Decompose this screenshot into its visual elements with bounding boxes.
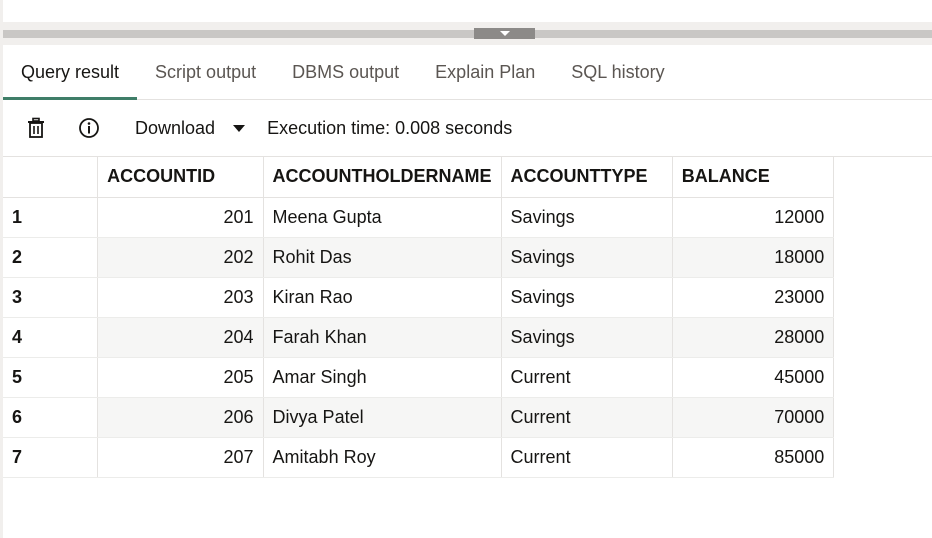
column-header-accounttype[interactable]: ACCOUNTTYPE	[501, 157, 673, 198]
row-number[interactable]: 5	[3, 357, 99, 398]
output-tabs: Query result Script output DBMS output E…	[3, 45, 932, 100]
row-number[interactable]: 7	[3, 437, 99, 478]
cell-accountholdername[interactable]: Meena Gupta	[263, 197, 502, 238]
tab-explain-plan[interactable]: Explain Plan	[417, 45, 553, 99]
collapse-arrow-icon	[499, 31, 510, 36]
cell-accountid[interactable]: 204	[97, 317, 264, 358]
cell-accountid[interactable]: 206	[97, 397, 264, 438]
row-number[interactable]: 2	[3, 237, 99, 278]
cell-accounttype[interactable]: Savings	[501, 277, 673, 318]
cell-accountholdername[interactable]: Kiran Rao	[263, 277, 502, 318]
tab-query-result[interactable]: Query result	[3, 45, 138, 100]
clear-output-button[interactable]	[22, 114, 50, 142]
cell-accountholdername[interactable]: Rohit Das	[263, 237, 502, 278]
cell-accountid[interactable]: 202	[97, 237, 264, 278]
cell-accountid[interactable]: 201	[97, 197, 264, 238]
table-row: 5 205 Amar Singh Current 45000	[3, 357, 932, 398]
grid-empty-area	[833, 277, 932, 317]
download-label: Download	[135, 117, 216, 138]
splitter-handle[interactable]	[474, 28, 535, 39]
download-button[interactable]: Download	[135, 117, 246, 139]
grid-header-row: ACCOUNTID ACCOUNTHOLDERNAME ACCOUNTTYPE …	[3, 157, 932, 198]
column-header-accountid[interactable]: ACCOUNTID	[97, 157, 264, 198]
cell-accounttype[interactable]: Savings	[501, 237, 673, 278]
cell-accountid[interactable]: 205	[97, 357, 264, 398]
chevron-down-icon	[233, 124, 246, 132]
cell-accountholdername[interactable]: Amitabh Roy	[263, 437, 502, 478]
panel-splitter[interactable]	[3, 22, 932, 45]
cell-accountholdername[interactable]: Amar Singh	[263, 357, 502, 398]
cell-accountholdername[interactable]: Farah Khan	[263, 317, 502, 358]
row-number[interactable]: 6	[3, 397, 99, 438]
grid-empty-area	[833, 197, 932, 237]
cell-balance[interactable]: 45000	[672, 357, 835, 398]
tab-dbms-output[interactable]: DBMS output	[274, 45, 417, 99]
grid-empty-area	[833, 437, 932, 477]
table-row: 7 207 Amitabh Roy Current 85000	[3, 437, 932, 478]
cell-accounttype[interactable]: Savings	[501, 317, 673, 358]
info-icon	[79, 118, 99, 138]
row-number[interactable]: 1	[3, 197, 99, 238]
grid-empty-area	[833, 237, 932, 277]
row-number-header	[3, 157, 99, 198]
info-button[interactable]	[75, 114, 103, 142]
cell-accountid[interactable]: 207	[97, 437, 264, 478]
cell-balance[interactable]: 18000	[672, 237, 835, 278]
grid-empty-area	[833, 397, 932, 437]
column-header-accountholdername[interactable]: ACCOUNTHOLDERNAME	[263, 157, 502, 198]
grid-empty-area	[833, 357, 932, 397]
cell-balance[interactable]: 12000	[672, 197, 835, 238]
table-row: 1 201 Meena Gupta Savings 12000	[3, 197, 932, 238]
table-row: 3 203 Kiran Rao Savings 23000	[3, 277, 932, 318]
execution-time: Execution time: 0.008 seconds	[267, 117, 513, 138]
cell-balance[interactable]: 70000	[672, 397, 835, 438]
row-number[interactable]: 3	[3, 277, 99, 318]
result-toolbar: Download Execution time: 0.008 seconds	[3, 100, 932, 156]
row-number[interactable]: 4	[3, 317, 99, 358]
table-row: 6 206 Divya Patel Current 70000	[3, 397, 932, 438]
cell-balance[interactable]: 85000	[672, 437, 835, 478]
table-row: 4 204 Farah Khan Savings 28000	[3, 317, 932, 358]
grid-empty-area	[833, 157, 932, 197]
cell-accounttype[interactable]: Savings	[501, 197, 673, 238]
table-row: 2 202 Rohit Das Savings 18000	[3, 237, 932, 278]
trash-icon	[28, 117, 44, 138]
cell-accounttype[interactable]: Current	[501, 357, 673, 398]
cell-accounttype[interactable]: Current	[501, 437, 673, 478]
grid-empty-area	[833, 317, 932, 357]
cell-balance[interactable]: 23000	[672, 277, 835, 318]
column-header-balance[interactable]: BALANCE	[672, 157, 835, 198]
cell-accountid[interactable]: 203	[97, 277, 264, 318]
cell-balance[interactable]: 28000	[672, 317, 835, 358]
result-grid: ACCOUNTID ACCOUNTHOLDERNAME ACCOUNTTYPE …	[3, 157, 932, 478]
tab-sql-history[interactable]: SQL history	[553, 45, 682, 99]
splitter-bar	[3, 30, 932, 38]
cell-accountholdername[interactable]: Divya Patel	[263, 397, 502, 438]
tab-script-output[interactable]: Script output	[137, 45, 274, 99]
cell-accounttype[interactable]: Current	[501, 397, 673, 438]
